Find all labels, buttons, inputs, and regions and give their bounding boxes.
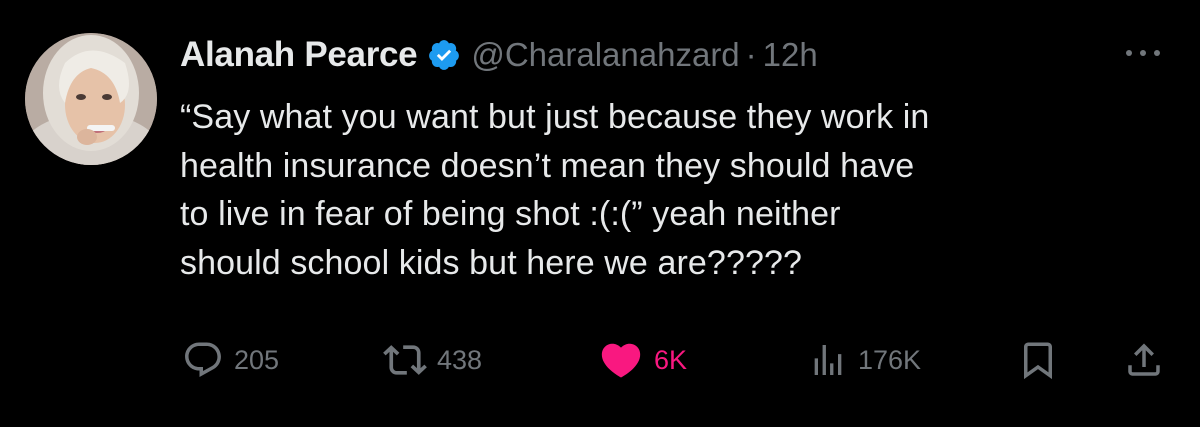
retweet-button[interactable]: 438 <box>383 335 482 385</box>
reply-icon <box>185 342 221 377</box>
tweet-text-line: to live in fear of being shot :(:(” yeah… <box>180 195 841 233</box>
view-count: 176K <box>858 344 922 375</box>
reply-button[interactable]: 205 <box>182 335 279 385</box>
author-handle[interactable]: @Charalanahzard <box>471 36 739 74</box>
action-bar: 205 438 6K 176K <box>0 335 1200 385</box>
share-icon <box>1128 343 1160 376</box>
like-button[interactable]: 6K <box>598 335 687 385</box>
timestamp[interactable]: 12h <box>763 36 818 74</box>
share-button[interactable] <box>1123 335 1165 385</box>
like-count: 6K <box>654 344 688 375</box>
tweet[interactable]: Alanah Pearce @Charalanahzard · 12h “Say… <box>0 0 1200 427</box>
tweet-text-line: health insurance doesn’t mean they shoul… <box>180 146 915 185</box>
tweet-text: “Say what you want but just because they… <box>180 93 1180 287</box>
avatar-image <box>25 33 157 165</box>
tweet-header: Alanah Pearce @Charalanahzard · 12h <box>180 30 818 80</box>
avatar[interactable] <box>25 33 157 165</box>
bookmark-button[interactable] <box>1017 335 1059 385</box>
display-name[interactable]: Alanah Pearce <box>180 35 418 75</box>
bookmark-icon <box>1024 342 1052 380</box>
views-button[interactable]: 176K <box>808 335 921 385</box>
verified-badge-icon <box>427 38 461 72</box>
separator-dot: · <box>745 36 757 73</box>
tweet-text-line: should school kids but here we are????? <box>180 243 802 282</box>
retweet-count: 438 <box>437 344 483 375</box>
more-horizontal-icon <box>1126 50 1160 56</box>
views-icon <box>814 345 842 375</box>
heart-icon <box>601 343 641 378</box>
tweet-text-line: “Say what you want but just because they… <box>180 98 930 136</box>
more-options-button[interactable] <box>1118 38 1168 68</box>
retweet-icon <box>383 345 427 375</box>
reply-count: 205 <box>234 344 280 375</box>
